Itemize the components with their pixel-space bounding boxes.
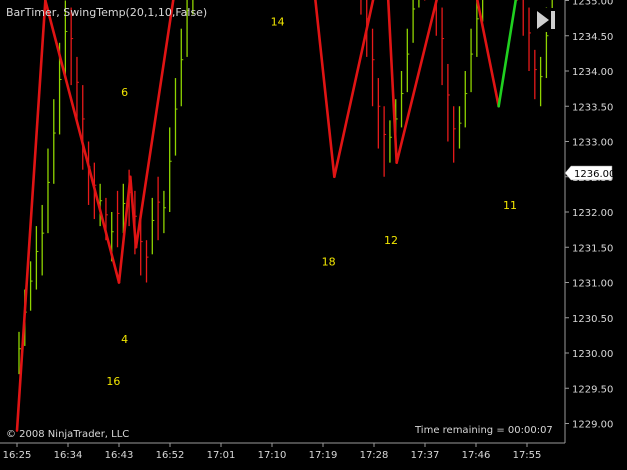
chart-window: 3616464141813121411 BarTimer, SwingTemp(… [0, 0, 627, 466]
current-price-marker: 1236.00 [564, 165, 615, 181]
y-tick-label: 1231.00 [572, 279, 613, 290]
y-tick-label: 1230.00 [572, 349, 613, 360]
y-tick-label: 1229.50 [572, 384, 613, 395]
time-remaining-text: Time remaining = 00:00:07 [414, 425, 553, 436]
copyright-text: © 2008 NinjaTrader, LLC [6, 429, 129, 440]
y-tick-label: 1232.00 [572, 208, 613, 219]
y-tick-label: 1233.00 [572, 138, 613, 149]
swing-bar-count: 6 [121, 86, 128, 99]
y-tick-label: 1231.50 [572, 243, 613, 254]
y-tick-label: 1233.50 [572, 102, 613, 113]
chart-title: BarTimer, SwingTemp(20,1,10,False) [6, 6, 207, 19]
x-tick-label: 16:25 [3, 450, 32, 461]
swing-bar-count: 12 [384, 234, 398, 247]
x-tick-label: 17:19 [309, 450, 338, 461]
y-tick-label: 1234.50 [572, 32, 613, 43]
x-tick-label: 16:43 [105, 450, 134, 461]
swing-bar-count: 4 [121, 333, 128, 346]
swing-bar-count: 18 [322, 255, 336, 268]
swing-bar-count: 11 [503, 199, 517, 212]
x-tick-label: 17:28 [360, 450, 389, 461]
x-tick-label: 17:01 [207, 450, 236, 461]
swing-bar-count: 14 [271, 16, 285, 29]
x-tick-label: 17:55 [513, 450, 542, 461]
y-tick-label: 1230.50 [572, 314, 613, 325]
price-chart: 3616464141813121411 BarTimer, SwingTemp(… [0, 0, 627, 466]
y-tick-label: 1235.00 [572, 0, 613, 8]
x-tick-label: 17:37 [411, 450, 440, 461]
x-tick-label: 17:46 [462, 450, 491, 461]
skip-to-end-button[interactable] [534, 8, 560, 32]
current-price-label: 1236.00 [574, 169, 615, 180]
x-tick-label: 16:34 [54, 450, 83, 461]
y-tick-label: 1229.00 [572, 420, 613, 431]
x-tick-label: 17:10 [258, 450, 287, 461]
swing-bar-count: 16 [106, 375, 120, 388]
y-tick-label: 1234.00 [572, 67, 613, 78]
x-tick-label: 16:52 [156, 450, 185, 461]
